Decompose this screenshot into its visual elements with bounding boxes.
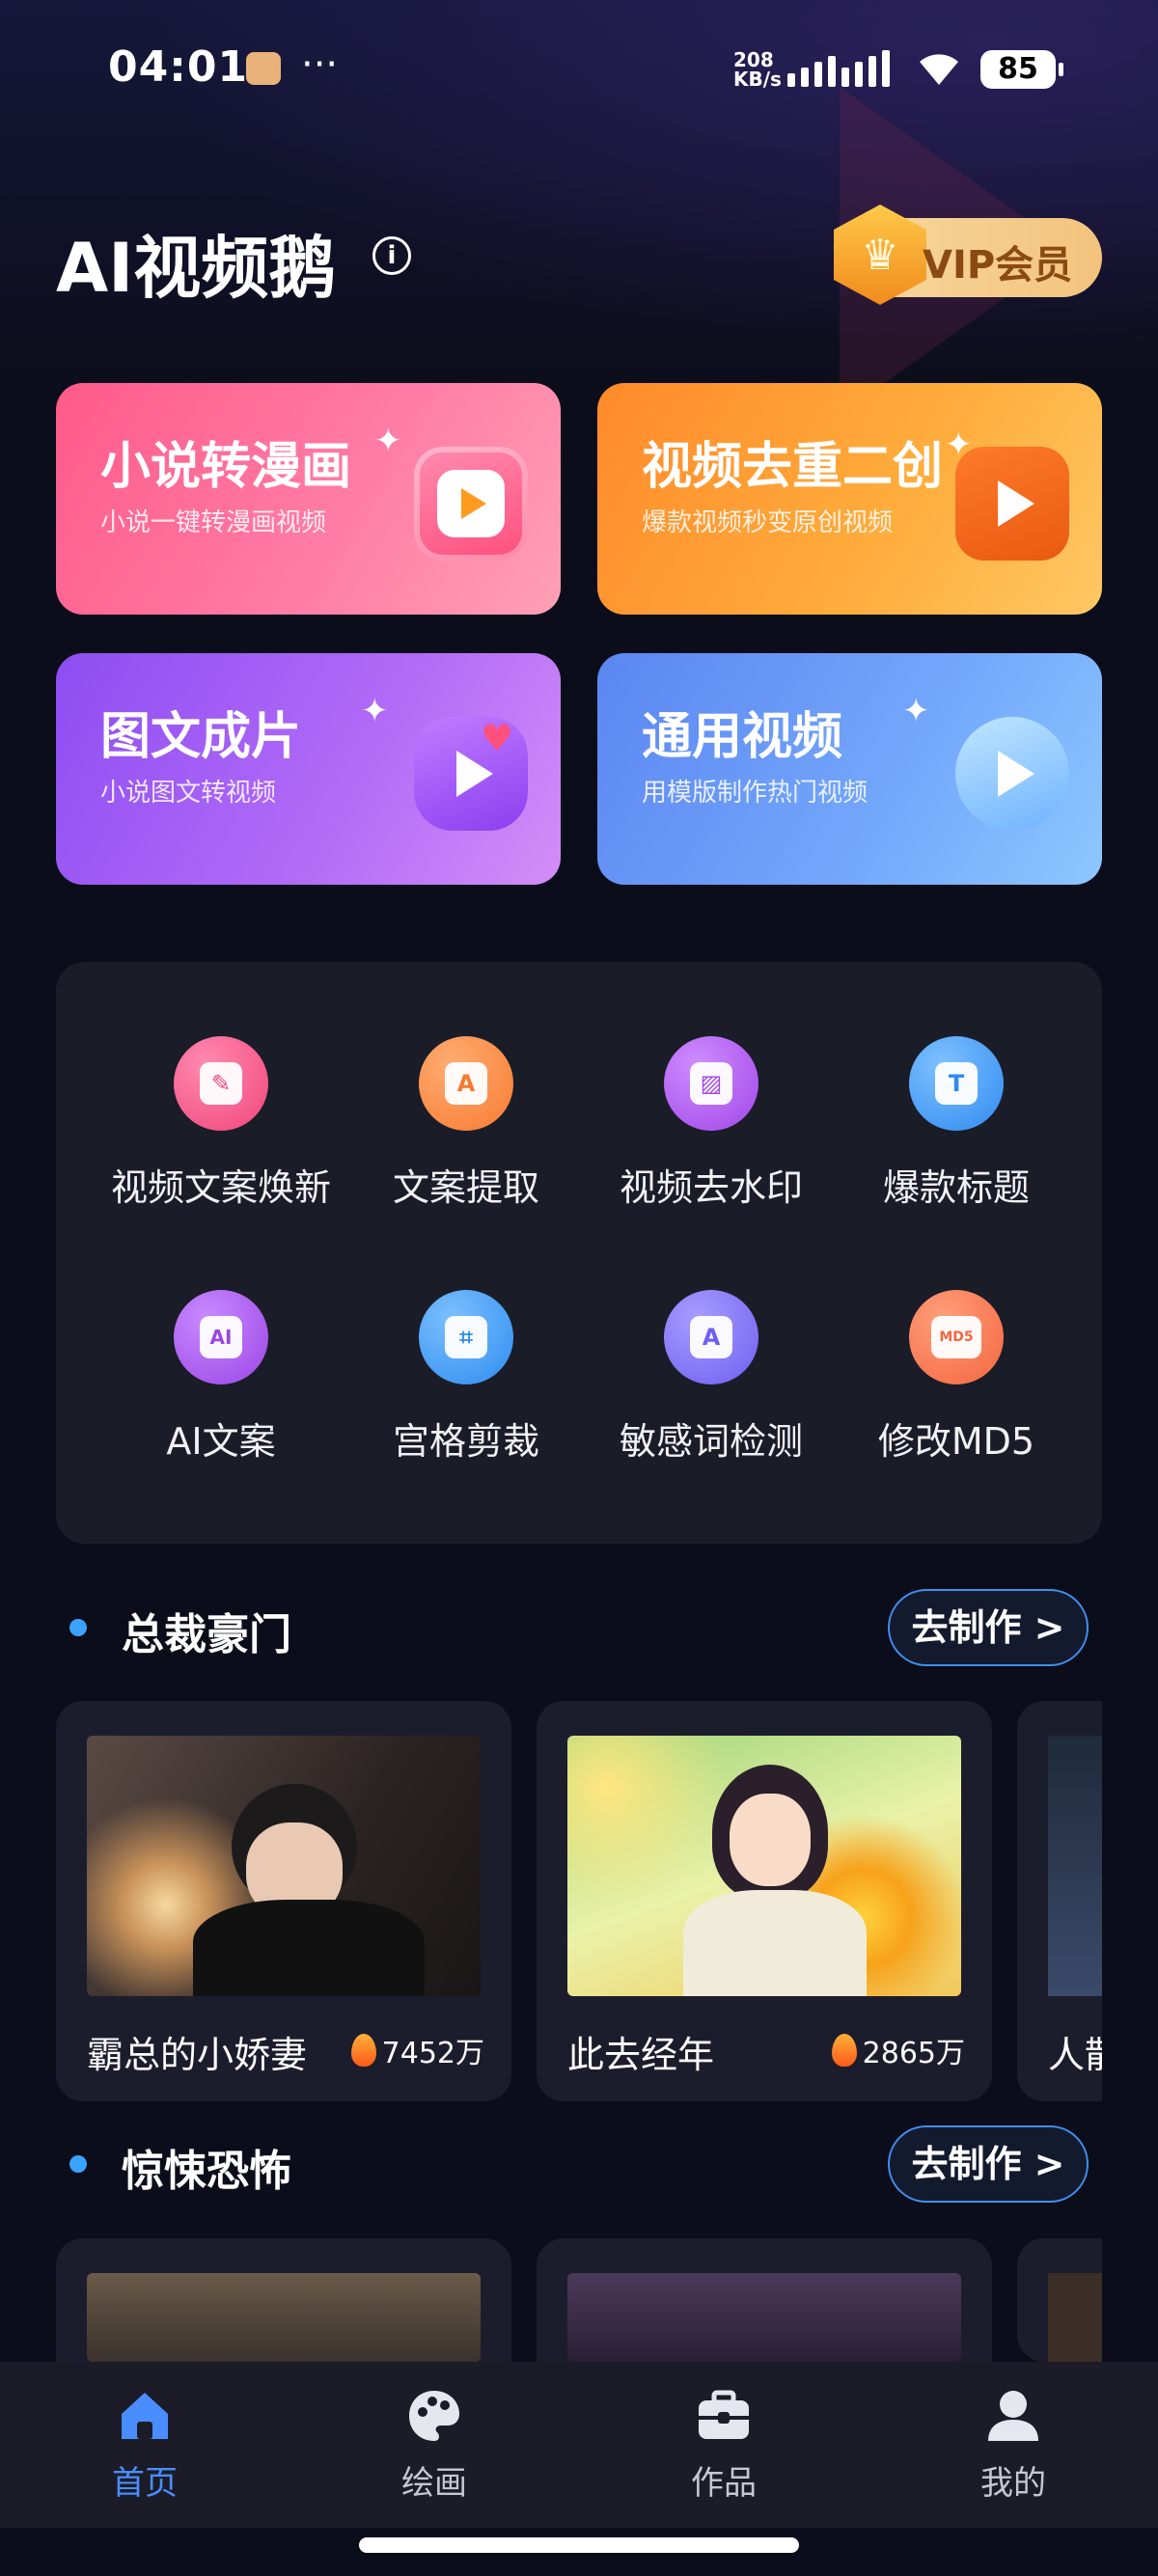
network-speed-unit: KB/s [733, 68, 782, 91]
tools-panel: ✎ 视频文案焕新 A 文案提取 ▨ 视频去水印 T 爆款标题 AI AI文案 ⌗… [56, 962, 1102, 1544]
card-subtitle: 小说一键转漫画视频 [100, 508, 327, 537]
md5-icon: MD5 [909, 1290, 1004, 1384]
card-title: 小说转漫画 [100, 438, 352, 496]
tv-play-icon [414, 447, 528, 561]
drama-thumbnail [87, 2273, 481, 2362]
drama-card[interactable] [56, 2238, 511, 2362]
notification-icon [246, 52, 281, 85]
battery-indicator: 85 [980, 50, 1063, 89]
tab-label: 首页 [112, 2464, 178, 2503]
status-time: 04:01 [108, 42, 249, 92]
card-video-remix[interactable]: 视频去重二创 爆款视频秒变原创视频 ✦ [597, 383, 1102, 615]
card-title: 图文成片 [100, 708, 302, 766]
section-dot [69, 2155, 87, 2173]
tool-grid-crop[interactable]: ⌗ 宫格剪裁 [345, 1290, 587, 1483]
drama-thumbnail [567, 2273, 961, 2362]
drama-heat-value: 2865万 [862, 2037, 965, 2070]
sparkle-icon: ✦ [902, 692, 930, 730]
network-speed: 208 KB/s [733, 50, 782, 89]
make-button[interactable]: 去制作 > [888, 2125, 1089, 2203]
card-image-text-video[interactable]: 图文成片 小说图文转视频 ✦ ♥ [56, 653, 561, 885]
fire-icon [350, 2034, 376, 2067]
network-speed-value: 208 [733, 48, 774, 71]
drama-heat: 7452万 [350, 2029, 484, 2071]
vip-label: VIP会员 [923, 243, 1073, 288]
tab-home[interactable]: 首页 [48, 2387, 241, 2512]
crop-icon: ⌗ [419, 1290, 513, 1384]
play-icon [955, 447, 1069, 561]
tool-copy-extract[interactable]: A 文案提取 [345, 1036, 587, 1229]
heart-icon: ♥ [481, 717, 514, 759]
drama-card[interactable]: 人散 [1017, 1701, 1102, 2101]
drama-card[interactable] [1017, 2238, 1102, 2362]
tool-label: AI文案 [166, 1420, 276, 1463]
drama-heat: 2865万 [831, 2029, 965, 2071]
sparkle-icon: ✦ [361, 692, 389, 730]
section-dot [69, 1619, 87, 1636]
tab-label: 作品 [691, 2464, 757, 2503]
tool-label: 文案提取 [392, 1166, 539, 1209]
card-title: 通用视频 [642, 708, 843, 766]
tool-sensitive-words[interactable]: A 敏感词检测 [591, 1290, 832, 1483]
wifi-icon [920, 54, 958, 85]
tool-video-copy-refresh[interactable]: ✎ 视频文案焕新 [100, 1036, 342, 1229]
drama-heat-value: 7452万 [381, 2037, 484, 2070]
section-title: 总裁豪门 [122, 1610, 291, 1659]
drama-thumbnail [567, 1736, 961, 1996]
drama-card[interactable]: 霸总的小娇妻 7452万 [56, 1701, 511, 2101]
card-subtitle: 用模版制作热门视频 [642, 779, 868, 808]
card-title: 视频去重二创 [642, 438, 944, 496]
image-watermark-icon: ▨ [664, 1036, 758, 1131]
tool-hot-title[interactable]: T 爆款标题 [836, 1036, 1077, 1229]
drama-card[interactable]: 此去经年 2865万 [537, 1701, 992, 2101]
tool-label: 敏感词检测 [619, 1420, 803, 1463]
card-general-video[interactable]: 通用视频 用模版制作热门视频 ✦ [597, 653, 1102, 885]
info-icon[interactable]: i [372, 236, 411, 275]
briefcase-icon [695, 2387, 753, 2445]
fire-icon [831, 2034, 857, 2067]
tool-label: 爆款标题 [882, 1166, 1030, 1209]
drama-name: 霸总的小娇妻 [87, 2034, 308, 2076]
tool-watermark-remove[interactable]: ▨ 视频去水印 [591, 1036, 832, 1229]
tool-modify-md5[interactable]: MD5 修改MD5 [836, 1290, 1077, 1483]
user-icon [984, 2387, 1042, 2445]
home-indicator[interactable] [359, 2537, 799, 2553]
tab-works[interactable]: 作品 [627, 2387, 820, 2512]
vip-button[interactable]: ♛ VIP会员 [834, 205, 1102, 305]
tool-label: 视频去水印 [619, 1166, 803, 1209]
tool-label: 修改MD5 [877, 1420, 1035, 1463]
tool-label: 宫格剪裁 [392, 1420, 539, 1463]
drama-name: 此去经年 [567, 2034, 715, 2076]
card-subtitle: 爆款视频秒变原创视频 [642, 508, 894, 537]
tool-ai-copy[interactable]: AI AI文案 [100, 1290, 342, 1483]
sparkle-icon: ✦ [374, 422, 402, 460]
cellular-signal-icon [787, 50, 890, 87]
text-extract-icon: A [419, 1036, 513, 1131]
home-icon [116, 2387, 174, 2445]
doc-check-icon: A [664, 1290, 758, 1384]
bottom-tab-bar: 首页 绘画 作品 我的 [0, 2362, 1158, 2528]
section-title: 惊悚恐怖 [122, 2147, 291, 2196]
more-notifications-icon: ··· [301, 42, 339, 87]
pencil-icon: ✎ [174, 1036, 268, 1131]
ai-doc-icon: AI [174, 1290, 268, 1384]
make-button[interactable]: 去制作 > [888, 1589, 1089, 1666]
tab-drawing[interactable]: 绘画 [338, 2387, 531, 2512]
tab-label: 绘画 [401, 2464, 467, 2503]
status-bar: 04:01 ··· 208 KB/s 85 [0, 0, 1158, 145]
app-title: AI视频鹅 [56, 229, 337, 308]
card-subtitle: 小说图文转视频 [100, 779, 277, 808]
tab-label: 我的 [980, 2464, 1046, 2503]
palette-icon [405, 2387, 463, 2445]
drama-thumbnail [87, 1736, 481, 1996]
title-icon: T [909, 1036, 1004, 1131]
tool-label: 视频文案焕新 [110, 1166, 331, 1209]
tab-mine[interactable]: 我的 [917, 2387, 1110, 2512]
drama-card[interactable] [537, 2238, 992, 2362]
card-novel-to-comic[interactable]: 小说转漫画 小说一键转漫画视频 ✦ [56, 383, 561, 615]
drama-name: 人散 [1048, 2034, 1102, 2076]
3d-play-icon [955, 717, 1069, 831]
